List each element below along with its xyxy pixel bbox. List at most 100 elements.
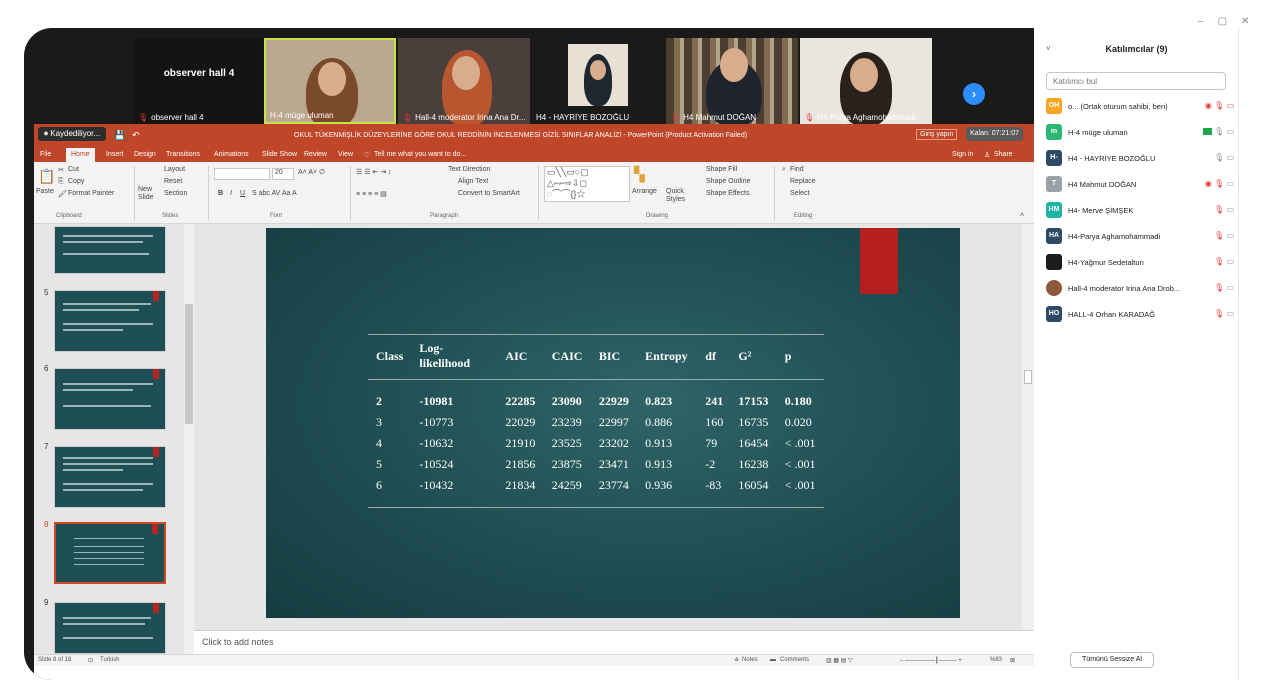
save-icon[interactable]: 💾 bbox=[114, 130, 125, 141]
video-icon[interactable]: ▭ bbox=[1226, 205, 1234, 214]
shapes-gallery[interactable]: ▭╲╲▭○▢ △⌐⌐⇨⇩◻ ◌⌒⌒{}☆ bbox=[544, 166, 630, 202]
participant-item[interactable]: HA H4-Parya Aghamohammadi 🎙 ▭ bbox=[1046, 228, 1238, 246]
mic-icon[interactable]: 🎙 bbox=[1214, 127, 1224, 136]
tab-review[interactable]: Review bbox=[304, 151, 327, 158]
spellcheck-icon[interactable]: ⊡ bbox=[88, 657, 93, 664]
slide-scrollbar[interactable] bbox=[1022, 224, 1034, 630]
video-icon[interactable]: ▭ bbox=[1226, 257, 1234, 266]
replace-button[interactable]: Replace bbox=[790, 178, 816, 185]
copy-button[interactable]: Copy bbox=[68, 178, 84, 185]
tell-me-box[interactable]: Tell me what you want to do... bbox=[374, 151, 466, 158]
shape-effects-button[interactable]: Shape Effects bbox=[706, 190, 749, 197]
align-text-button[interactable]: Align Text bbox=[458, 178, 488, 185]
comments-toggle[interactable]: Comments bbox=[780, 657, 809, 663]
paste-icon[interactable]: 📋 bbox=[38, 168, 55, 185]
format-painter-button[interactable]: Format Painter bbox=[68, 190, 114, 197]
slide-thumbnail-5[interactable] bbox=[54, 290, 166, 352]
mic-muted-icon[interactable]: 🎙 bbox=[1214, 101, 1224, 110]
video-tile-1[interactable]: H-4 müge uluman bbox=[264, 38, 396, 124]
participant-item[interactable]: HO HALL-4 Orhan KARADAĞ 🎙 ▭ bbox=[1046, 306, 1238, 324]
align-icons[interactable]: ≡ ≡ ≡ ≡ ▤ bbox=[356, 190, 387, 198]
slide-thumbnail-6[interactable] bbox=[54, 368, 166, 430]
shape-outline-button[interactable]: Shape Outline bbox=[706, 178, 750, 185]
minimize-icon[interactable]: – bbox=[1198, 16, 1204, 27]
participant-item[interactable]: OH o... (Ortak oturum sahibi, ben) ◉ 🎙 ▭ bbox=[1046, 98, 1238, 116]
font-name-select[interactable] bbox=[214, 168, 270, 180]
bold-icon[interactable]: B bbox=[218, 190, 223, 197]
underline-icon[interactable]: U bbox=[240, 190, 245, 197]
thumbnail-scrollbar[interactable] bbox=[184, 224, 194, 654]
video-icon[interactable]: ▭ bbox=[1226, 309, 1234, 318]
quick-styles-button[interactable]: Quick Styles bbox=[666, 188, 688, 204]
shape-fill-button[interactable]: Shape Fill bbox=[706, 166, 737, 173]
tab-slide-show[interactable]: Slide Show bbox=[262, 151, 297, 158]
login-button[interactable]: Giriş yapın bbox=[916, 129, 958, 140]
mic-muted-icon[interactable]: 🎙 bbox=[1214, 309, 1224, 318]
video-icon[interactable]: ▭ bbox=[1226, 179, 1234, 188]
zoom-level[interactable]: %83 bbox=[990, 657, 1002, 663]
notes-pane[interactable]: Click to add notes bbox=[194, 630, 1034, 654]
mic-muted-icon[interactable]: 🎙 bbox=[1214, 231, 1224, 240]
participant-item[interactable]: T H4 Mahmut DOĞAN ◉ 🎙 ▭ bbox=[1046, 176, 1238, 194]
find-button[interactable]: Find bbox=[790, 166, 804, 173]
select-button[interactable]: Select bbox=[790, 190, 809, 197]
undo-icon[interactable]: ↶ bbox=[132, 130, 140, 141]
convert-smartart-button[interactable]: Convert to SmartArt bbox=[458, 190, 520, 197]
share-icon[interactable]: ♙ bbox=[984, 151, 990, 159]
tab-animations[interactable]: Animations bbox=[214, 151, 249, 158]
tab-transitions[interactable]: Transitions bbox=[166, 151, 200, 158]
mic-muted-icon[interactable]: 🎙 bbox=[1214, 179, 1224, 188]
tab-insert[interactable]: Insert bbox=[106, 151, 124, 158]
slide-thumbnail-7[interactable] bbox=[54, 446, 166, 508]
font-effects-icon[interactable]: S abc AV Aa A bbox=[252, 190, 297, 197]
fit-slide-icon[interactable]: ⊠ bbox=[1010, 657, 1015, 664]
maximize-icon[interactable]: ▢ bbox=[1218, 16, 1227, 27]
new-slide-button[interactable]: New Slide bbox=[138, 186, 162, 202]
zoom-slider[interactable]: – —————┃——— + bbox=[900, 657, 962, 664]
current-slide[interactable]: Class Log-likelihood AIC CAIC BIC Entrop… bbox=[266, 228, 960, 618]
video-icon[interactable]: ▭ bbox=[1226, 127, 1234, 136]
close-icon[interactable]: ✕ bbox=[1241, 16, 1249, 27]
language-indicator[interactable]: Turkish bbox=[100, 657, 119, 663]
participant-item[interactable]: H4-Yağmur Sedetaltun 🎙 ▭ bbox=[1046, 254, 1238, 272]
collapse-ribbon-icon[interactable]: ˄ bbox=[1020, 212, 1024, 219]
participant-item[interactable]: Hall-4 moderator Irina Ana Drob... 🎙 ▭ bbox=[1046, 280, 1238, 298]
video-tile-5[interactable]: 🎙 H4-Parya Aghamohammadi bbox=[800, 38, 932, 124]
participant-item[interactable]: H- H4 - HAYRİYE BOZOĞLU 🎙 ▭ bbox=[1046, 150, 1238, 168]
tab-home[interactable]: Home bbox=[66, 148, 95, 162]
sign-in-link[interactable]: Sign in bbox=[952, 151, 973, 158]
font-grow-icon[interactable]: A˄ A˅ ∅ bbox=[298, 168, 325, 176]
tab-file[interactable]: File bbox=[40, 151, 51, 158]
font-size-select[interactable]: 20 bbox=[272, 168, 294, 180]
mute-all-button[interactable]: Tümünü Sessize Al bbox=[1070, 652, 1154, 668]
video-tile-observer[interactable]: observer hall 4 🎙 observer hall 4 bbox=[134, 38, 264, 124]
section-button[interactable]: Section bbox=[164, 190, 187, 197]
mic-muted-icon[interactable]: 🎙 bbox=[1214, 257, 1224, 266]
slide-thumbnail-9[interactable] bbox=[54, 602, 166, 654]
slide-thumbnail-4[interactable] bbox=[54, 226, 166, 274]
reset-button[interactable]: Reset bbox=[164, 178, 182, 185]
next-page-icon[interactable]: › bbox=[963, 83, 985, 105]
video-icon[interactable]: ▭ bbox=[1226, 231, 1234, 240]
video-tile-2[interactable]: 🎙 Hall-4 moderator Irina Ana Dr... bbox=[398, 38, 530, 124]
recording-badge[interactable]: ⏺ Kaydediliyor... bbox=[38, 127, 107, 141]
bullets-icon[interactable]: ☰ ☰ ⇤ ⇥ ↕ bbox=[356, 168, 392, 176]
participant-item[interactable]: HM H4- Merve ŞİMŞEK 🎙 ▭ bbox=[1046, 202, 1238, 220]
participant-item[interactable]: m H-4 müge uluman 🎙 ▭ bbox=[1046, 124, 1238, 142]
slide-thumbnail-8-selected[interactable] bbox=[54, 522, 166, 584]
text-direction-button[interactable]: Text Direction bbox=[448, 166, 490, 173]
video-icon[interactable]: ▭ bbox=[1226, 153, 1234, 162]
share-button[interactable]: Share bbox=[994, 151, 1013, 158]
tab-design[interactable]: Design bbox=[134, 151, 156, 158]
view-normal-icon[interactable]: ▥ ▦ ▤ ▽ bbox=[826, 657, 853, 664]
mic-muted-icon[interactable]: 🎙 bbox=[1214, 283, 1224, 292]
cut-button[interactable]: Cut bbox=[68, 166, 79, 173]
tab-view[interactable]: View bbox=[338, 151, 353, 158]
italic-icon[interactable]: I bbox=[230, 190, 232, 197]
video-tile-3[interactable]: H4 - HAYRİYE BOZOĞLU bbox=[532, 38, 664, 124]
layout-button[interactable]: Layout bbox=[164, 166, 185, 173]
video-icon[interactable]: ▭ bbox=[1226, 283, 1234, 292]
arrange-button[interactable]: Arrange bbox=[632, 188, 657, 195]
video-off-icon[interactable]: ▭ bbox=[1226, 101, 1234, 110]
mic-icon[interactable]: 🎙 bbox=[1214, 153, 1224, 162]
